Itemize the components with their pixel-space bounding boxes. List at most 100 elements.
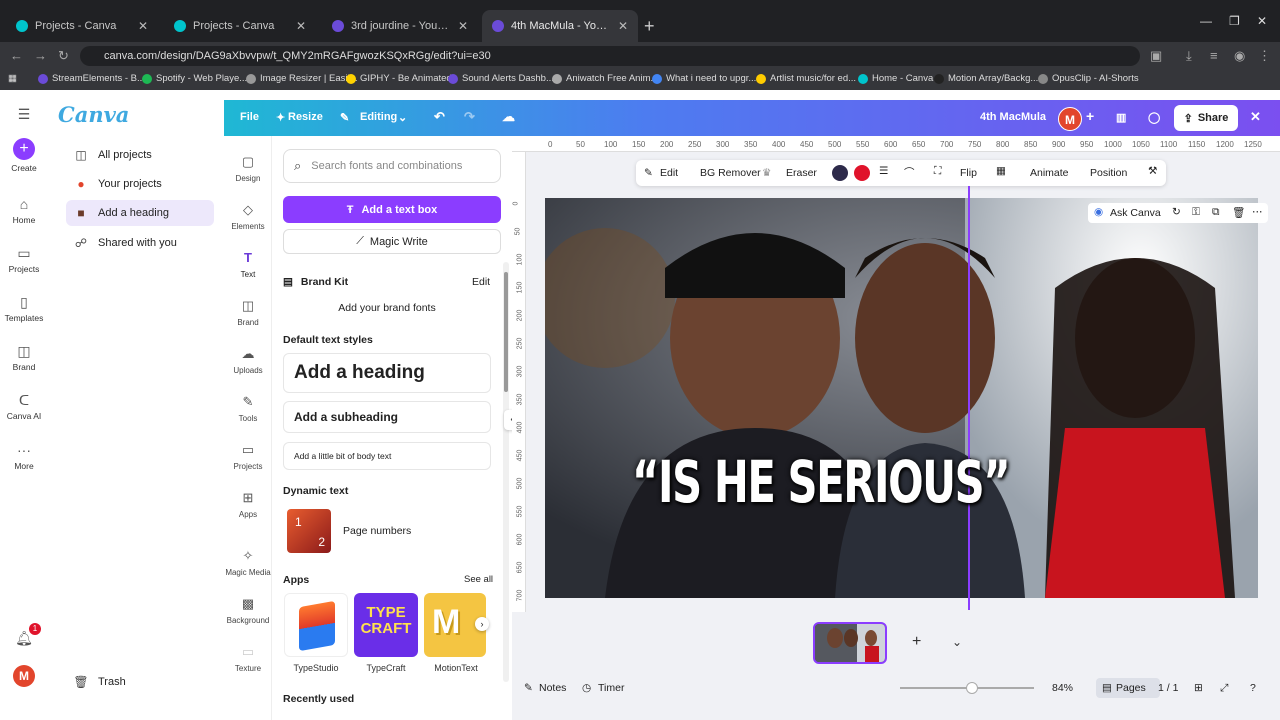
close-icon[interactable]: ✕ (138, 19, 148, 33)
page-numbers-card[interactable]: 12 Page numbers (283, 505, 491, 557)
resize-button[interactable]: Resize (288, 111, 323, 123)
resize-icon[interactable]: ✦ (276, 111, 285, 124)
fullscreen-icon[interactable]: ⤢ (1220, 682, 1228, 695)
carousel-next-icon[interactable]: › (475, 617, 489, 631)
browser-tab[interactable]: 3rd jourdine - YouTube Thumbn✕ (322, 10, 478, 42)
chevron-down-icon[interactable]: ⌄ (398, 111, 407, 124)
sidebar-brand[interactable]: ◫ Brand (224, 298, 272, 327)
rail-projects[interactable]: ▭ Projects (0, 245, 48, 274)
sidebar-design[interactable]: ▢ Design (224, 154, 272, 183)
scrollbar-thumb[interactable] (504, 272, 508, 392)
avatar[interactable]: M (1058, 107, 1082, 131)
url-input[interactable]: canva.com/design/DAG9aXbvvpw/t_QMY2mRGAF… (80, 46, 1140, 66)
apps-grid-icon[interactable]: ▦ (8, 73, 17, 84)
thumbnail-image[interactable] (545, 198, 1258, 598)
nav-all-projects[interactable]: ◫ All projects (66, 142, 214, 168)
menu-icon[interactable]: ⋮ (1258, 48, 1271, 64)
paint-format-icon[interactable]: ⚒ (1148, 165, 1157, 177)
close-icon[interactable]: ✕ (458, 19, 468, 33)
grid-view-icon[interactable]: ⊞ (1194, 682, 1203, 694)
comment-add-icon[interactable]: ↻ (1172, 206, 1181, 218)
add-body-text-preset[interactable]: Add a little bit of body text (283, 442, 491, 470)
sidebar-background[interactable]: ▩ Background (224, 596, 272, 625)
color-swatch-red[interactable] (854, 165, 870, 181)
rail-more[interactable]: ··· More (0, 442, 48, 471)
duplicate-icon[interactable]: ⧉ (1212, 206, 1220, 219)
sidebar-elements[interactable]: ◇ Elements (224, 202, 272, 231)
bookmark[interactable]: Spotify - Web Playe... (142, 73, 247, 84)
bookmark[interactable]: Aniwatch Free Anim... (552, 73, 658, 84)
back-icon[interactable]: ← (10, 48, 23, 63)
magic-write-button[interactable]: ⟋ Magic Write (283, 229, 501, 254)
rail-canva-ai[interactable]: ᑕ Canva AI (0, 392, 48, 421)
crop-icon[interactable]: ⛶ (934, 165, 941, 178)
browser-tab[interactable]: Projects - Canva ✕ (6, 10, 158, 42)
maximize-icon[interactable]: ❐ (1229, 14, 1240, 28)
profile-icon[interactable]: ◉ (1234, 48, 1245, 64)
forward-icon[interactable]: → (34, 48, 47, 63)
close-icon[interactable]: ✕ (296, 19, 306, 33)
brand-kit-edit-link[interactable]: Edit (472, 276, 490, 288)
ask-canva-button[interactable]: Ask Canva (1110, 207, 1161, 219)
bookmark[interactable]: StreamElements - B... (38, 73, 145, 84)
rail-brand[interactable]: ◫ Brand (0, 343, 48, 372)
comment-icon[interactable]: ◯ (1148, 111, 1160, 124)
edit-button[interactable]: Edit (660, 167, 678, 179)
border-style-icon[interactable]: ☰ (879, 165, 888, 177)
notes-button[interactable]: Notes (539, 682, 566, 694)
bookmark[interactable]: OpusClip - AI-Shorts (1038, 73, 1139, 84)
new-tab-icon[interactable]: + (644, 16, 655, 37)
delete-icon[interactable]: 🗑︎ (1232, 206, 1245, 219)
bookmark[interactable]: Home - Canva (858, 73, 933, 84)
sidebar-magic-media[interactable]: ✧ Magic Media (224, 548, 272, 577)
sidebar-text[interactable]: T Text (224, 250, 272, 279)
add-subheading-preset[interactable]: Add a subheading (283, 401, 491, 433)
see-all-link[interactable]: See all (464, 574, 493, 585)
redo-icon[interactable]: ↷ (464, 109, 475, 125)
minimize-icon[interactable]: — (1200, 14, 1212, 28)
add-collaborator-icon[interactable]: + (1086, 108, 1094, 124)
add-brand-fonts-button[interactable]: Add your brand fonts (283, 296, 491, 320)
create-button[interactable]: + Create (0, 138, 48, 173)
nav-your-projects[interactable]: ● Your projects (66, 171, 214, 197)
nav-trash[interactable]: 🗑︎ Trash (66, 669, 214, 695)
typecraft-app[interactable]: TYPE CRAFT (354, 593, 418, 657)
color-swatch-dark[interactable] (832, 165, 848, 181)
design-title[interactable]: 4th MacMula (980, 111, 1046, 123)
close-editor-icon[interactable]: ✕ (1250, 109, 1261, 125)
media-icon[interactable]: ≡ (1210, 48, 1218, 63)
bookmark[interactable]: Artlist music/for ed... (756, 73, 856, 84)
bookmark[interactable]: Motion Array/Backg... (934, 73, 1038, 84)
lock-icon[interactable]: ⚿ (1192, 206, 1200, 219)
bookmark[interactable]: Sound Alerts Dashb... (448, 73, 554, 84)
insights-icon[interactable]: ▥ (1116, 111, 1126, 124)
nav-add-a-heading[interactable]: ■ Add a heading (66, 200, 214, 226)
browser-tab[interactable]: Projects - Canva ✕ (164, 10, 316, 42)
chevron-down-icon[interactable]: ⌄ (952, 635, 962, 649)
download-icon[interactable]: ⤓ (1186, 48, 1192, 64)
add-text-box-button[interactable]: Ŧ Add a text box (283, 196, 501, 223)
undo-icon[interactable]: ↶ (434, 109, 445, 125)
transparency-icon[interactable]: ▦ (996, 165, 1006, 177)
zoom-level[interactable]: 84% (1052, 682, 1073, 694)
bookmark[interactable]: What i need to upgr... (652, 73, 756, 84)
headline-text[interactable]: “IS HE SERIOUS” (632, 448, 1011, 516)
rail-home[interactable]: ⌂ Home (0, 196, 48, 225)
sidebar-projects[interactable]: ▭ Projects (224, 442, 272, 471)
notifications-bell-icon[interactable]: 🔔︎ (0, 630, 48, 649)
browser-tab-active[interactable]: 4th MacMula - YouTube Thumbn✕ (482, 10, 638, 42)
timer-button[interactable]: Timer (598, 682, 624, 694)
collapse-menu-icon[interactable]: ☰ (0, 106, 48, 125)
extensions-icon[interactable]: ▣ (1150, 48, 1162, 64)
nav-shared-with-you[interactable]: ☍ Shared with you (66, 230, 214, 256)
corner-rounding-icon[interactable]: ⌒ (904, 165, 915, 180)
close-icon[interactable]: ✕ (618, 19, 628, 33)
bg-remover-button[interactable]: BG Remover (700, 167, 761, 179)
file-menu[interactable]: File (240, 111, 259, 123)
reload-icon[interactable]: ↻ (58, 48, 69, 64)
add-page-icon[interactable]: + (912, 633, 921, 651)
zoom-slider-handle[interactable] (966, 682, 978, 694)
add-heading-preset[interactable]: Add a heading (283, 353, 491, 393)
animate-button[interactable]: Animate (1030, 167, 1069, 179)
position-button[interactable]: Position (1090, 167, 1127, 179)
